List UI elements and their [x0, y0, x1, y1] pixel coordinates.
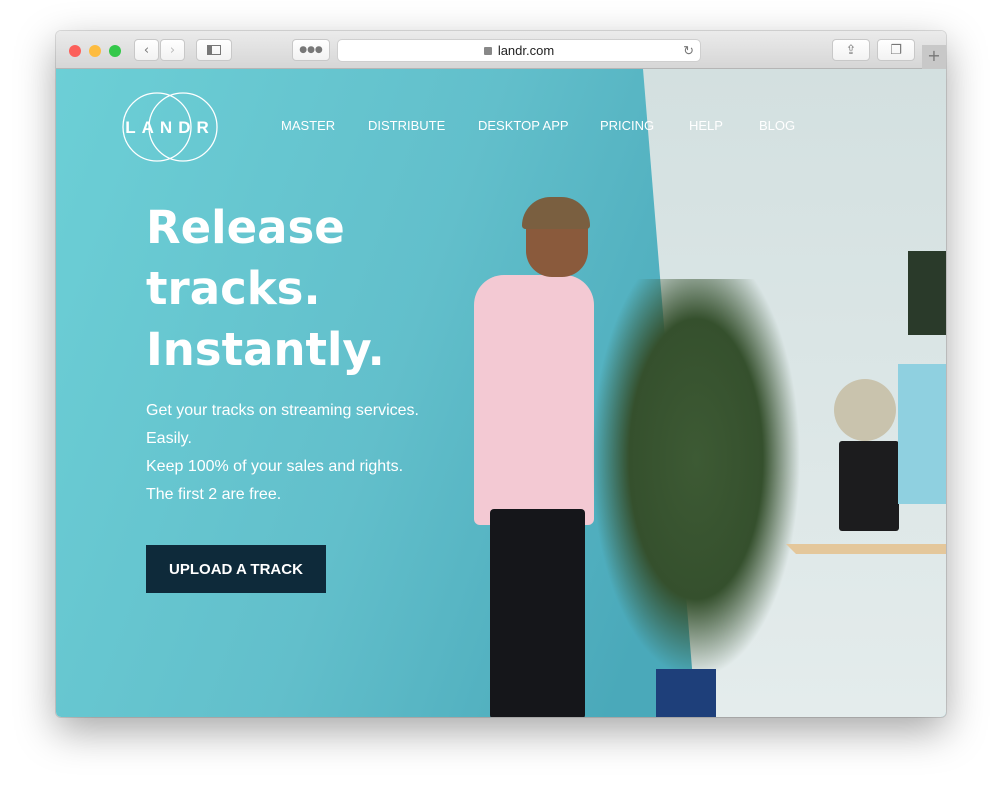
plus-icon: +	[927, 46, 941, 65]
back-button[interactable]: ‹	[134, 39, 159, 61]
plant-image	[591, 279, 801, 679]
title-line: tracks.	[146, 262, 321, 315]
subtitle-line: Get your tracks on streaming services.	[146, 402, 419, 419]
close-window-button[interactable]	[69, 45, 81, 57]
poster-image	[908, 251, 946, 335]
plant-pot-image	[656, 669, 716, 717]
lock-icon	[483, 46, 492, 55]
tabs-icon: ❐	[890, 42, 902, 58]
tiles-image	[898, 364, 946, 504]
landr-logo[interactable]: LANDR	[122, 89, 218, 165]
hero-subtitle: Get your tracks on streaming services. E…	[146, 397, 419, 509]
logo-text: LANDR	[125, 118, 215, 137]
table-image	[786, 544, 946, 717]
nav-desktop-app[interactable]: DESKTOP APP	[478, 118, 569, 133]
top-sites-button[interactable]: ●●●	[292, 39, 330, 61]
hero-section: LANDR MASTER DISTRIBUTE DESKTOP APP PRIC…	[56, 69, 946, 717]
chevron-left-icon: ‹	[143, 42, 150, 58]
tabs-button[interactable]: ❐	[877, 39, 915, 61]
title-line: Instantly.	[146, 323, 385, 376]
nav-help[interactable]: HELP	[689, 118, 723, 133]
person-legs-image	[490, 509, 585, 717]
address-bar[interactable]: landr.com ↻	[337, 39, 701, 62]
zoom-window-button[interactable]	[109, 45, 121, 57]
reload-icon[interactable]: ↻	[683, 43, 694, 59]
nav-distribute[interactable]: DISTRIBUTE	[368, 118, 445, 133]
speaker-image	[839, 441, 899, 531]
browser-window: ‹ › ●●● landr.com ↻ ⇪ ❐ + LANDR MASTER D…	[56, 31, 946, 717]
new-tab-button[interactable]: +	[922, 45, 946, 69]
globe-image	[834, 379, 896, 441]
subtitle-line: Keep 100% of your sales and rights.	[146, 458, 404, 475]
hero-title: Release tracks. Instantly.	[146, 197, 385, 380]
sidebar-button[interactable]	[196, 39, 232, 61]
forward-button[interactable]: ›	[160, 39, 185, 61]
url-text: landr.com	[497, 43, 555, 58]
dots-icon: ●●●	[299, 45, 323, 55]
chevron-right-icon: ›	[169, 42, 176, 58]
subtitle-line: The first 2 are free.	[146, 486, 282, 503]
person-shirt-image	[474, 275, 594, 525]
nav-pricing[interactable]: PRICING	[600, 118, 654, 133]
nav-master[interactable]: MASTER	[281, 118, 335, 133]
minimize-window-button[interactable]	[89, 45, 101, 57]
title-line: Release	[146, 201, 345, 254]
browser-toolbar: ‹ › ●●● landr.com ↻ ⇪ ❐ +	[56, 31, 946, 69]
subtitle-line: Easily.	[146, 430, 192, 447]
share-button[interactable]: ⇪	[832, 39, 870, 61]
upload-track-button[interactable]: UPLOAD A TRACK	[146, 545, 326, 593]
sidebar-icon	[207, 45, 221, 55]
nav-blog[interactable]: BLOG	[759, 118, 795, 133]
share-icon: ⇪	[845, 42, 857, 58]
beanie-image	[522, 197, 590, 229]
